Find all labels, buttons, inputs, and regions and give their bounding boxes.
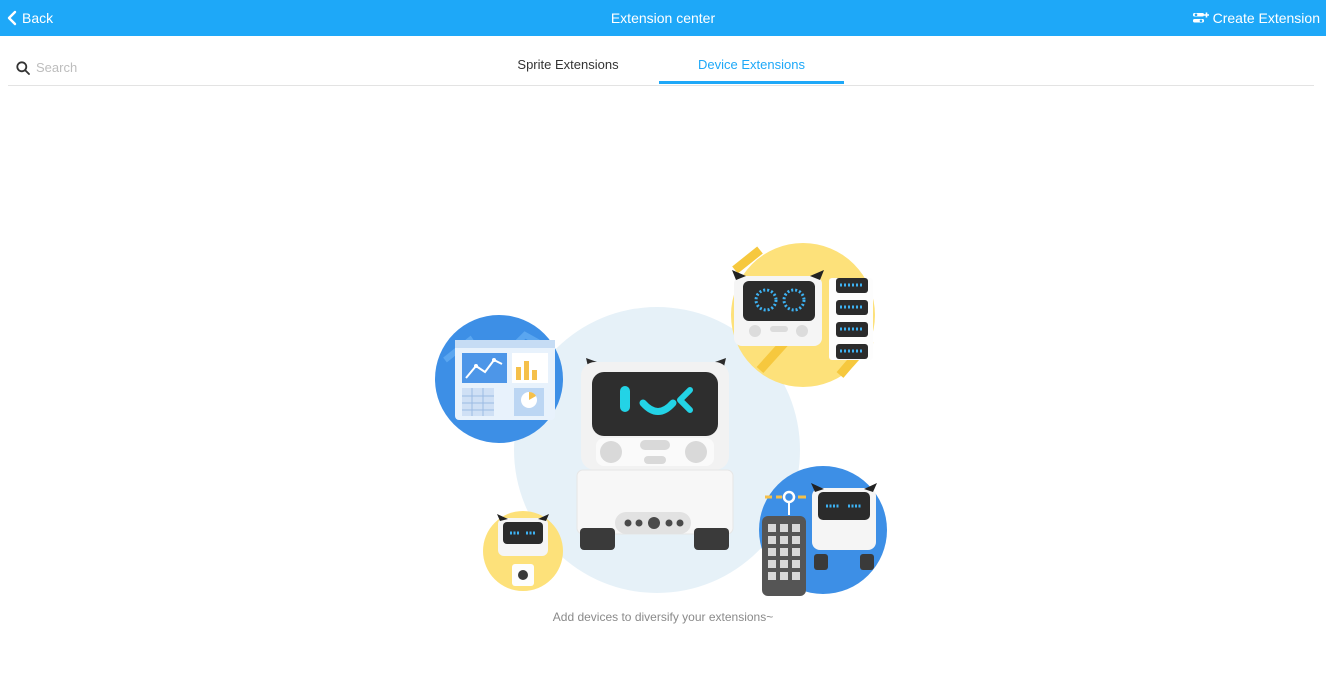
back-label: Back xyxy=(22,10,54,26)
tab-sprite-extensions[interactable]: Sprite Extensions xyxy=(478,36,658,84)
search-input[interactable] xyxy=(36,60,236,75)
button-module-circle xyxy=(483,511,563,591)
search-icon xyxy=(16,60,30,75)
add-extension-icon xyxy=(1192,12,1209,23)
create-extension-label: Create Extension xyxy=(1212,10,1320,26)
chevron-left-icon xyxy=(7,10,17,26)
robot-devices-illustration xyxy=(435,243,887,596)
toolbar: Sprite Extensions Device Extensions xyxy=(8,36,1314,86)
expression-circle xyxy=(731,243,875,387)
search-box xyxy=(16,60,236,75)
top-bar: Back Extension center Create Extension xyxy=(0,0,1326,36)
dashboard-circle xyxy=(435,315,563,443)
tab-device-extensions[interactable]: Device Extensions xyxy=(659,36,844,84)
back-button[interactable]: Back xyxy=(6,0,53,36)
remote-control-circle xyxy=(759,466,887,596)
main-robot xyxy=(576,358,734,550)
create-extension-button[interactable]: Create Extension xyxy=(1192,0,1320,36)
empty-state-message: Add devices to diversify your extensions… xyxy=(552,610,774,624)
page-title: Extension center xyxy=(610,10,716,26)
